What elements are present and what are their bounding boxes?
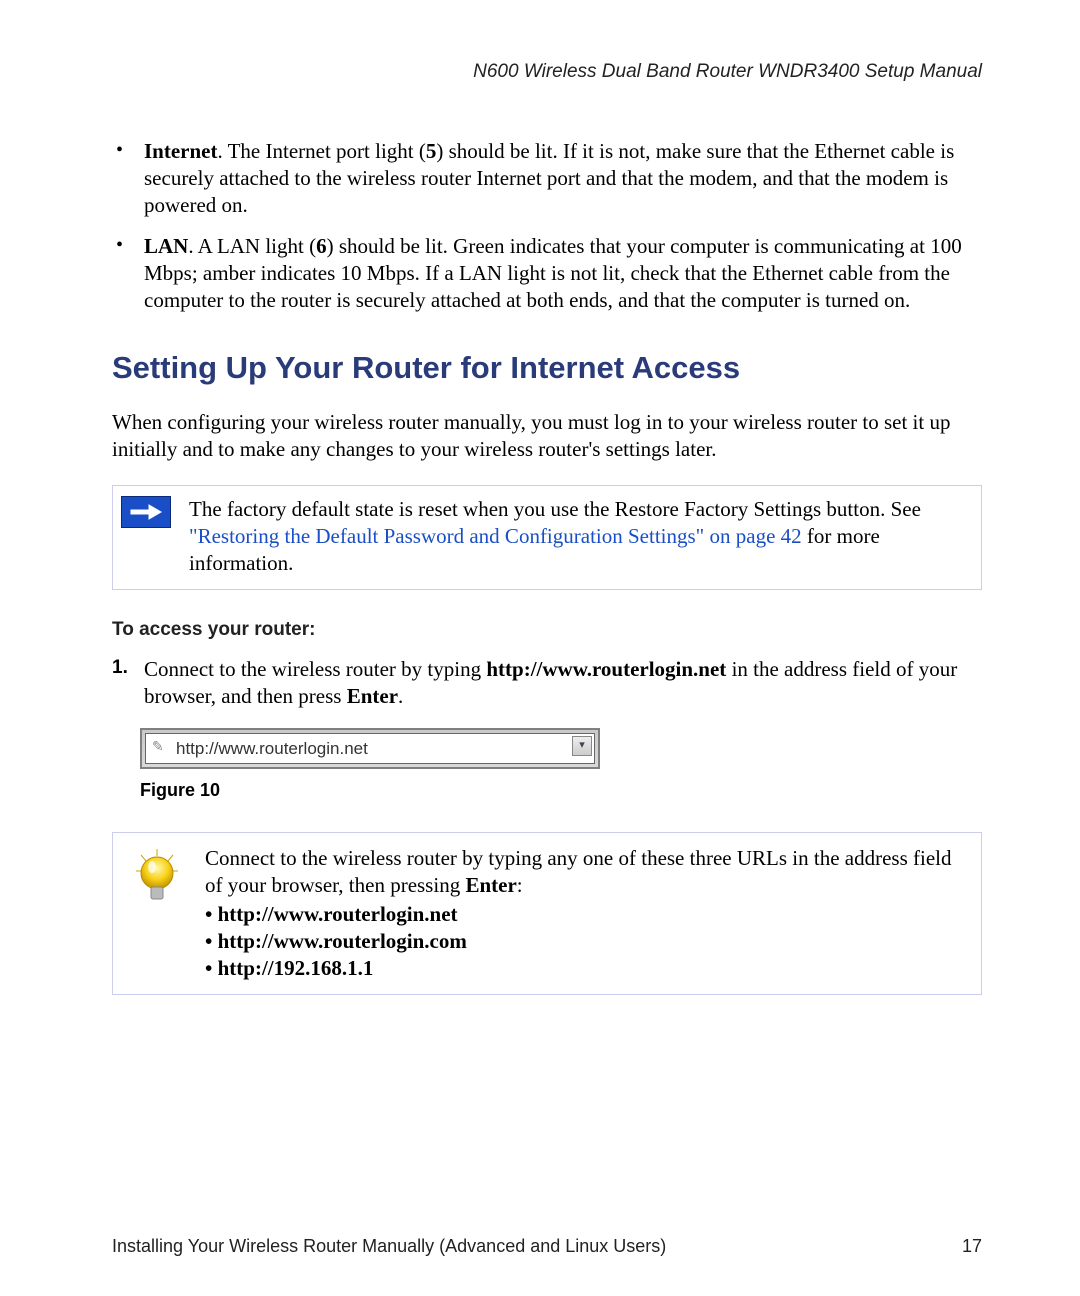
footer-chapter: Installing Your Wireless Router Manually… bbox=[112, 1235, 666, 1258]
bullet-label: LAN bbox=[144, 234, 188, 258]
page-footer: Installing Your Wireless Router Manually… bbox=[112, 1235, 982, 1258]
lightbulb-icon bbox=[127, 847, 187, 907]
access-steps: 1. Connect to the wireless router by typ… bbox=[112, 656, 982, 710]
status-bullets: Internet. The Internet port light (5) sh… bbox=[112, 138, 982, 313]
address-bar-input[interactable]: ✎ http://www.routerlogin.net ▾ bbox=[145, 733, 595, 765]
routerlogin-url: http://www.routerlogin.net bbox=[486, 657, 726, 681]
figure-caption: Figure 10 bbox=[140, 779, 982, 802]
tip-url-1: • http://www.routerlogin.net bbox=[205, 901, 959, 928]
url-tip: Connect to the wireless router by typing… bbox=[112, 832, 982, 994]
section-heading: Setting Up Your Router for Internet Acce… bbox=[112, 348, 982, 388]
tip-url-list: • http://www.routerlogin.net • http://ww… bbox=[205, 901, 959, 982]
bullet-lan: LAN. A LAN light (6) should be lit. Gree… bbox=[112, 233, 982, 314]
footer-page-number: 17 bbox=[962, 1235, 982, 1258]
note-text: The factory default state is reset when … bbox=[189, 496, 963, 577]
tip-text: Connect to the wireless router by typing… bbox=[205, 845, 959, 981]
running-header: N600 Wireless Dual Band Router WNDR3400 … bbox=[112, 60, 982, 84]
restore-defaults-link[interactable]: "Restoring the Default Password and Conf… bbox=[189, 524, 802, 548]
step-number: 1. bbox=[112, 656, 128, 680]
wand-icon: ✎ bbox=[152, 738, 164, 756]
bullet-internet: Internet. The Internet port light (5) sh… bbox=[112, 138, 982, 219]
manual-page: N600 Wireless Dual Band Router WNDR3400 … bbox=[0, 0, 1080, 1296]
tip-url-3: • http://192.168.1.1 bbox=[205, 955, 959, 982]
access-subhead: To access your router: bbox=[112, 618, 982, 642]
factory-reset-note: The factory default state is reset when … bbox=[112, 485, 982, 590]
arrow-icon bbox=[121, 496, 169, 526]
tip-url-2: • http://www.routerlogin.com bbox=[205, 928, 959, 955]
step-1: 1. Connect to the wireless router by typ… bbox=[112, 656, 982, 710]
address-bar-figure: ✎ http://www.routerlogin.net ▾ bbox=[140, 728, 982, 770]
dropdown-icon[interactable]: ▾ bbox=[572, 736, 592, 756]
address-bar: ✎ http://www.routerlogin.net ▾ bbox=[140, 728, 600, 770]
intro-paragraph: When configuring your wireless router ma… bbox=[112, 409, 982, 463]
bullet-label: Internet bbox=[144, 139, 217, 163]
